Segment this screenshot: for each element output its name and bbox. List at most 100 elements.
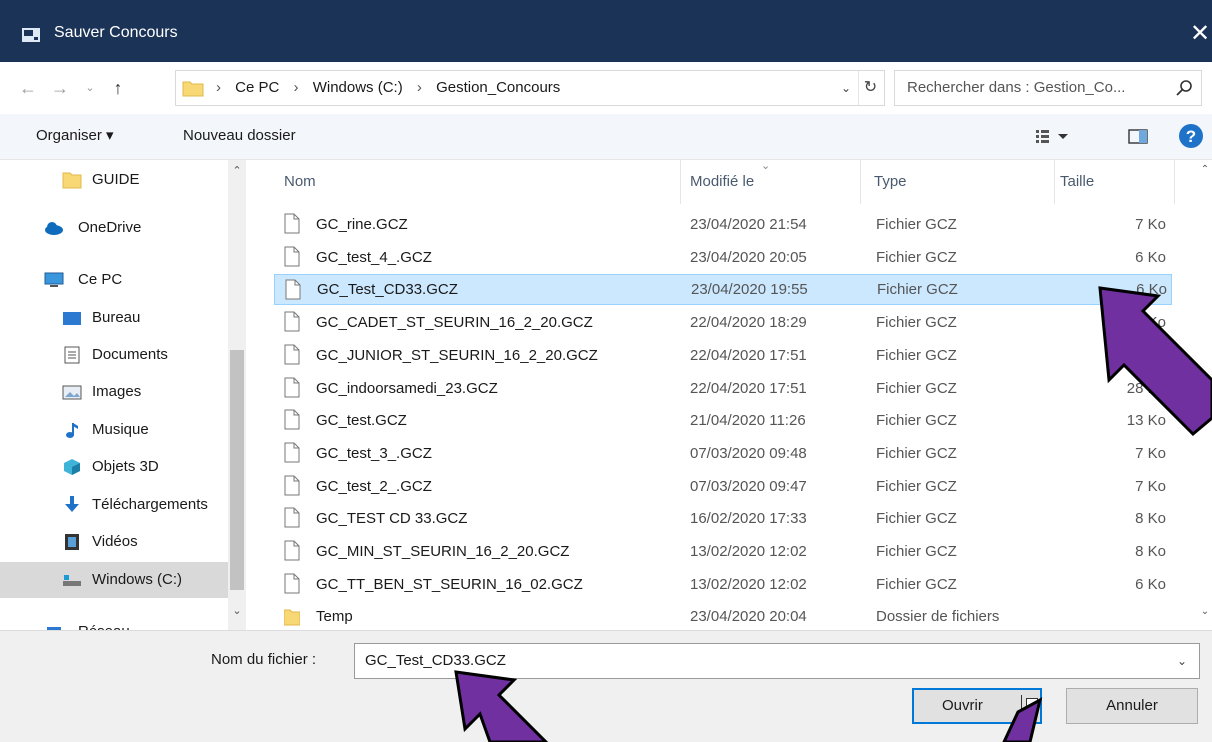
breadcrumb-item[interactable]: Gestion_Concours <box>436 79 560 96</box>
filename-value[interactable]: GC_Test_CD33.GCZ <box>365 644 506 678</box>
column-divider[interactable] <box>1054 160 1055 204</box>
address-bar[interactable]: › Ce PC › Windows (C:) › Gestion_Concour… <box>175 70 885 106</box>
back-arrow-icon[interactable]: ← <box>16 76 40 100</box>
sidebar-item-images[interactable]: Images <box>0 374 228 410</box>
chevron-down-icon[interactable]: ⌄ <box>1177 644 1187 678</box>
file-type: Dossier de fichiers <box>876 608 1000 626</box>
file-row[interactable]: GC_TEST CD 33.GCZ 16/02/2020 17:33 Fichier… <box>274 503 1172 534</box>
refresh-icon[interactable]: ↻ <box>858 71 882 105</box>
forward-arrow-icon[interactable]: → <box>48 76 72 100</box>
column-header-name[interactable]: Nom <box>284 160 316 204</box>
column-header-modified[interactable]: Modifié le <box>690 160 754 204</box>
sidebar-item-guide[interactable]: GUIDE <box>0 162 228 198</box>
column-divider[interactable] <box>1174 160 1175 204</box>
sidebar-item-objets-3d[interactable]: Objets 3D <box>0 449 228 485</box>
column-header-type[interactable]: Type <box>874 160 907 204</box>
file-icon <box>284 344 300 365</box>
file-date: 22/04/2020 17:51 <box>690 379 807 397</box>
open-button[interactable]: Ouvrir <box>912 688 1042 724</box>
folder-row[interactable]: Temp 23/04/2020 20:04 Dossier de fichiers <box>274 601 1172 630</box>
close-icon[interactable]: ✕ <box>1188 16 1212 52</box>
sidebar-item-bureau[interactable]: Bureau <box>0 300 228 336</box>
address-dropdown-icon[interactable]: ⌄ <box>836 71 856 105</box>
scroll-down-icon[interactable]: ⌄ <box>1198 606 1212 617</box>
filename-field[interactable]: GC_Test_CD33.GCZ ⌄ <box>354 643 1200 679</box>
file-size: 7 Ko <box>1135 216 1166 233</box>
breadcrumb-separator: › <box>216 79 221 96</box>
file-row[interactable]: GC_CADET_ST_SEURIN_16_2_20.GCZ 22/04/2020… <box>274 307 1172 338</box>
navigation-pane: GUIDE OneDrive Ce PC Bureau Documents Im… <box>0 160 246 630</box>
file-type: Fichier GCZ <box>876 248 957 266</box>
breadcrumb-item[interactable]: Ce PC <box>235 79 279 96</box>
preview-pane-icon[interactable] <box>1128 124 1148 148</box>
file-size: 6 Ko <box>1135 314 1166 332</box>
sidebar-item-reseau[interactable]: Réseau <box>0 614 228 630</box>
help-icon[interactable]: ? <box>1178 123 1204 149</box>
file-row[interactable]: GC_test_2_.GCZ 07/03/2020 09:47 Fichier GC… <box>274 471 1172 502</box>
file-row[interactable]: GC_indoorsamedi_23.GCZ 22/04/2020 17:51 Fi… <box>274 373 1172 404</box>
open-options-icon[interactable] <box>1026 698 1038 714</box>
folder-icon <box>284 609 300 626</box>
file-name: GC_rine.GCZ <box>316 216 408 233</box>
sidebar-item-videos[interactable]: Vidéos <box>0 524 228 560</box>
file-row[interactable]: GC_rine.GCZ 23/04/2020 21:54 Fichier GCZ 7 … <box>274 209 1172 240</box>
file-icon <box>284 377 300 397</box>
search-input[interactable]: Rechercher dans : Gestion_Co... <box>894 70 1202 106</box>
title-bar: Sauver Concours ✕ <box>0 0 1212 62</box>
sidebar-item-label: Réseau <box>78 614 130 630</box>
file-name: GC_test_3_.GCZ <box>316 444 432 462</box>
file-size: 7 Ko <box>1135 477 1166 495</box>
scroll-down-icon[interactable]: ⌄ <box>228 604 246 617</box>
video-icon <box>65 534 79 550</box>
breadcrumb-item[interactable]: Windows (C:) <box>313 79 403 96</box>
computer-icon <box>44 272 64 287</box>
file-name: GC_MIN_ST_SEURIN_16_2_20.GCZ <box>316 543 570 560</box>
file-date: 07/03/2020 09:48 <box>690 444 807 462</box>
cancel-button[interactable]: Annuler <box>1066 688 1198 724</box>
file-name: GC_test.GCZ <box>316 412 407 430</box>
sidebar-item-label: Bureau <box>92 309 141 326</box>
up-arrow-icon[interactable]: ↑ <box>106 76 130 100</box>
column-header-size[interactable]: Taille <box>1060 160 1094 204</box>
file-size: 8 Ko <box>1135 543 1166 560</box>
sidebar-item-label: Vidéos <box>92 533 138 550</box>
recent-dropdown-icon[interactable]: ⌄ <box>82 76 98 100</box>
file-row[interactable]: GC_test.GCZ 21/04/2020 11:26 Fichier GCZ 13… <box>274 405 1172 436</box>
file-row[interactable]: GC_TT_BEN_ST_SEURIN_16_02.GCZ 13/02/2020 … <box>274 569 1172 600</box>
file-date: 13/02/2020 12:02 <box>690 575 807 593</box>
scroll-up-icon[interactable]: ⌃ <box>1198 164 1212 175</box>
sidebar-item-telechargements[interactable]: Téléchargements <box>0 487 228 523</box>
file-list-scrollbar[interactable]: ⌃ ⌄ <box>1198 160 1212 630</box>
file-row[interactable]: GC_test_4_.GCZ 23/04/2020 20:05 Fichier GC… <box>274 242 1172 273</box>
sidebar-item-documents[interactable]: Documents <box>0 337 228 373</box>
sidebar-item-windows-c[interactable]: Windows (C:) <box>0 562 228 598</box>
organise-button[interactable]: Organiser ▾ <box>36 114 114 158</box>
breadcrumb: › Ce PC › Windows (C:) › Gestion_Concour… <box>216 71 570 105</box>
sidebar-item-ce-pc[interactable]: Ce PC <box>0 262 228 298</box>
file-row[interactable]: GC_MIN_ST_SEURIN_16_2_20.GCZ 13/02/2020 1… <box>274 536 1172 567</box>
file-date: 16/02/2020 17:33 <box>690 510 807 528</box>
column-divider[interactable] <box>680 160 681 204</box>
sidebar-item-onedrive[interactable]: OneDrive <box>0 210 228 246</box>
column-divider[interactable] <box>860 160 861 204</box>
dialog-footer: Nom du fichier : GC_Test_CD33.GCZ ⌄ Ouvr… <box>0 630 1212 742</box>
file-row[interactable]: GC_test_3_.GCZ 07/03/2020 09:48 Fichier GC… <box>274 438 1172 469</box>
file-row[interactable]: GC_Test_CD33.GCZ 23/04/2020 19:55 Fichier … <box>274 274 1172 306</box>
view-options-icon[interactable] <box>1034 124 1074 148</box>
sidebar-item-musique[interactable]: Musique <box>0 412 228 448</box>
file-type: Fichier GCZ <box>876 477 957 495</box>
sidebar-item-label: Images <box>92 383 142 400</box>
music-icon <box>66 423 78 438</box>
file-date: 23/04/2020 21:54 <box>690 216 807 233</box>
sidebar-scrollbar[interactable]: ⌃ ⌄ <box>228 160 246 630</box>
file-date: 23/04/2020 20:05 <box>690 248 807 266</box>
file-name: GC_JUNIOR_ST_SEURIN_16_2_20.GCZ <box>316 346 598 364</box>
file-type: Fichier GCZ <box>876 346 957 364</box>
new-folder-button[interactable]: Nouveau dossier <box>183 114 296 158</box>
command-bar: Organiser ▾ Nouveau dossier ? <box>0 114 1212 160</box>
filename-label: Nom du fichier : <box>211 651 317 668</box>
scrollbar-thumb[interactable] <box>230 350 244 590</box>
download-icon <box>65 496 79 512</box>
scroll-up-icon[interactable]: ⌃ <box>228 164 246 177</box>
file-row[interactable]: GC_JUNIOR_ST_SEURIN_16_2_20.GCZ 22/04/202… <box>274 340 1172 371</box>
